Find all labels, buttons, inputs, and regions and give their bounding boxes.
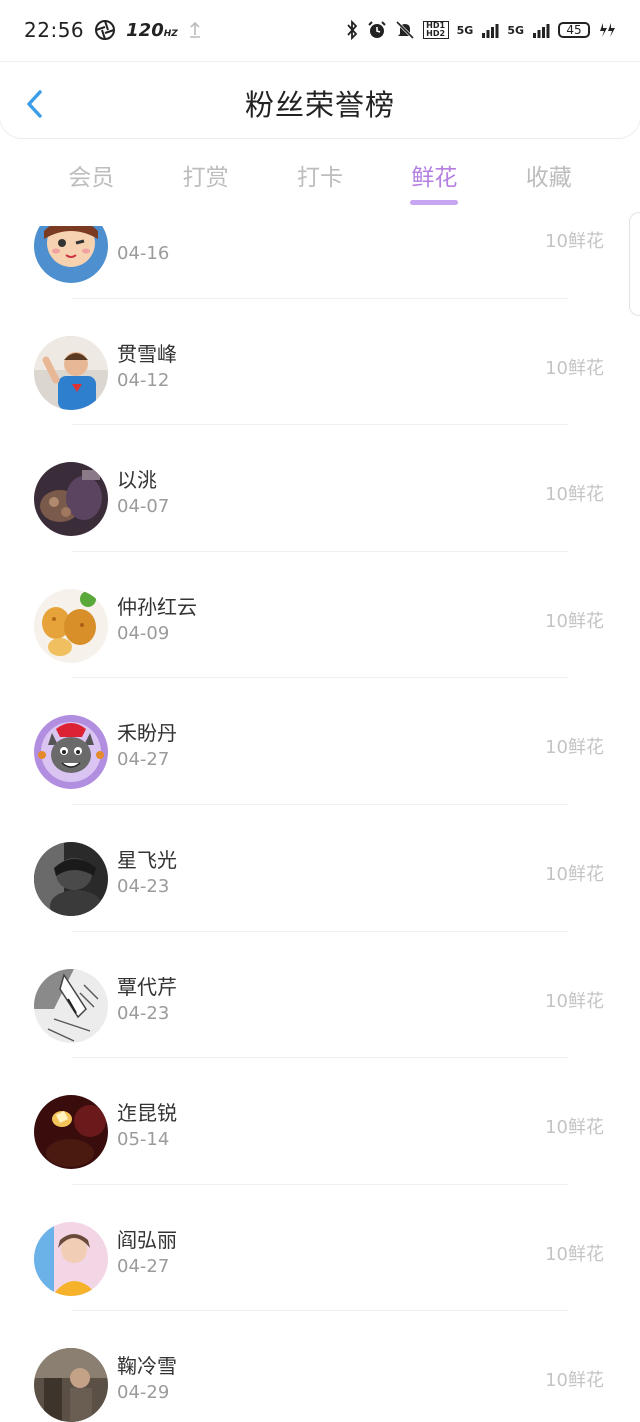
refresh-rate-value: 120 [126, 19, 164, 41]
fan-date: 04-27 [117, 1255, 170, 1277]
cartoon-wolf-avatar-icon [34, 715, 108, 790]
tab-tips[interactable]: 打赏 [171, 150, 241, 210]
food-avatar-icon [34, 588, 108, 663]
avatar [34, 588, 108, 663]
cartoon-girl-avatar-icon [34, 226, 108, 283]
upload-icon [189, 21, 200, 38]
fan-name: 鞠冷雪 [117, 1354, 177, 1379]
child-photo-avatar-icon [34, 335, 108, 410]
list-item[interactable]: 仲孙红云 04-09 10鲜花 [0, 552, 640, 679]
status-right: HD1 HD2 5G 5G 45 [345, 20, 616, 40]
alarm-icon [367, 21, 386, 38]
status-left: 22:56 120HZ [24, 18, 202, 42]
list-item[interactable]: 以洮 04-07 10鲜花 [0, 425, 640, 552]
fan-list[interactable]: 04-16 10鲜花 贯雪峰 04-12 10鲜花 以洮 04-07 10鲜花 … [0, 226, 640, 1422]
charging-icon [600, 23, 615, 37]
fan-name: 星飞光 [117, 847, 177, 872]
battery-icon: 45 [558, 22, 590, 38]
fan-name: 禾盼丹 [117, 721, 177, 746]
status-time: 22:56 [24, 18, 85, 42]
bw-portrait-avatar-icon [34, 841, 108, 916]
status-bar: 22:56 120HZ HD1 HD2 5G 5G 45 [0, 0, 640, 60]
fan-name: 贯雪峰 [117, 341, 177, 366]
refresh-rate-unit: HZ [163, 28, 178, 39]
fan-amount: 10鲜花 [545, 610, 604, 632]
side-scroll-handle[interactable] [629, 212, 640, 316]
signal-icon [533, 24, 550, 38]
fan-date: 04-12 [117, 369, 170, 391]
list-item[interactable]: 鞠冷雪 04-29 10鲜花 [0, 1311, 640, 1422]
fan-date: 04-16 [117, 243, 170, 264]
fan-date: 04-29 [117, 1382, 170, 1404]
girl-photo-avatar-icon [34, 1221, 108, 1296]
list-item[interactable]: 贯雪峰 04-12 10鲜花 [0, 299, 640, 426]
list-item[interactable]: 禾盼丹 04-27 10鲜花 [0, 678, 640, 805]
night-photo-avatar-icon [34, 1095, 108, 1170]
fan-name: 迮昆锐 [117, 1101, 177, 1126]
header-bar: 粉丝荣誉榜 [0, 62, 640, 138]
avatar [34, 715, 108, 790]
avatar [34, 462, 108, 537]
avatar [34, 1095, 108, 1170]
tab-members[interactable]: 会员 [56, 150, 126, 210]
page-title: 粉丝荣誉榜 [244, 88, 395, 122]
fan-name: 仲孙红云 [117, 594, 197, 619]
mute-bell-icon [395, 20, 414, 40]
fan-amount: 10鲜花 [545, 863, 604, 885]
fan-amount: 10鲜花 [545, 1370, 604, 1392]
list-item[interactable]: 星飞光 04-23 10鲜花 [0, 805, 640, 932]
fan-amount: 10鲜花 [545, 1243, 604, 1265]
sketch-avatar-icon [34, 968, 108, 1043]
avatar [34, 841, 108, 916]
fan-date: 04-09 [117, 622, 170, 644]
list-item[interactable]: 覃代芹 04-23 10鲜花 [0, 932, 640, 1059]
street-photo-avatar-icon [34, 1348, 108, 1422]
fan-name: 以洮 [117, 468, 157, 493]
signal-icon [482, 24, 499, 38]
tab-flowers[interactable]: 鲜花 [399, 150, 469, 210]
tab-favorites[interactable]: 收藏 [514, 150, 584, 210]
tab-checkin[interactable]: 打卡 [285, 150, 355, 210]
fan-date: 04-23 [117, 875, 170, 897]
aperture-icon [95, 20, 116, 40]
fan-amount: 10鲜花 [545, 737, 604, 759]
list-item[interactable]: 04-16 10鲜花 [0, 226, 640, 299]
avatar [34, 968, 108, 1043]
fan-name: 阎弘丽 [117, 1227, 177, 1252]
avatar [34, 1348, 108, 1422]
bluetooth-icon [346, 20, 357, 40]
avatar [34, 335, 108, 410]
fan-list-inner: 04-16 10鲜花 贯雪峰 04-12 10鲜花 以洮 04-07 10鲜花 … [0, 226, 640, 1422]
fan-amount: 10鲜花 [545, 484, 604, 506]
avatar [34, 226, 108, 283]
avatar [34, 1221, 108, 1296]
tab-bar: 会员 打赏 打卡 鲜花 收藏 [0, 150, 640, 210]
network-5g-2: 5G [507, 23, 524, 37]
fan-amount: 10鲜花 [545, 357, 604, 379]
fan-date: 05-14 [117, 1129, 170, 1151]
fan-amount: 10鲜花 [545, 1117, 604, 1139]
refresh-rate: 120HZ [126, 20, 178, 41]
list-item[interactable]: 迮昆锐 05-14 10鲜花 [0, 1058, 640, 1185]
fan-date: 04-27 [117, 749, 170, 771]
fan-amount: 10鲜花 [545, 990, 604, 1012]
hd-tag: HD1 HD2 [422, 21, 449, 39]
fan-date: 04-23 [117, 1002, 170, 1024]
fan-amount: 10鲜花 [545, 231, 604, 252]
network-5g-1: 5G [456, 23, 474, 37]
fan-name: 覃代芹 [117, 974, 177, 999]
list-item[interactable]: 阎弘丽 04-27 10鲜花 [0, 1185, 640, 1312]
fan-date: 04-07 [117, 496, 170, 518]
dark-photo-avatar-icon [34, 462, 108, 537]
